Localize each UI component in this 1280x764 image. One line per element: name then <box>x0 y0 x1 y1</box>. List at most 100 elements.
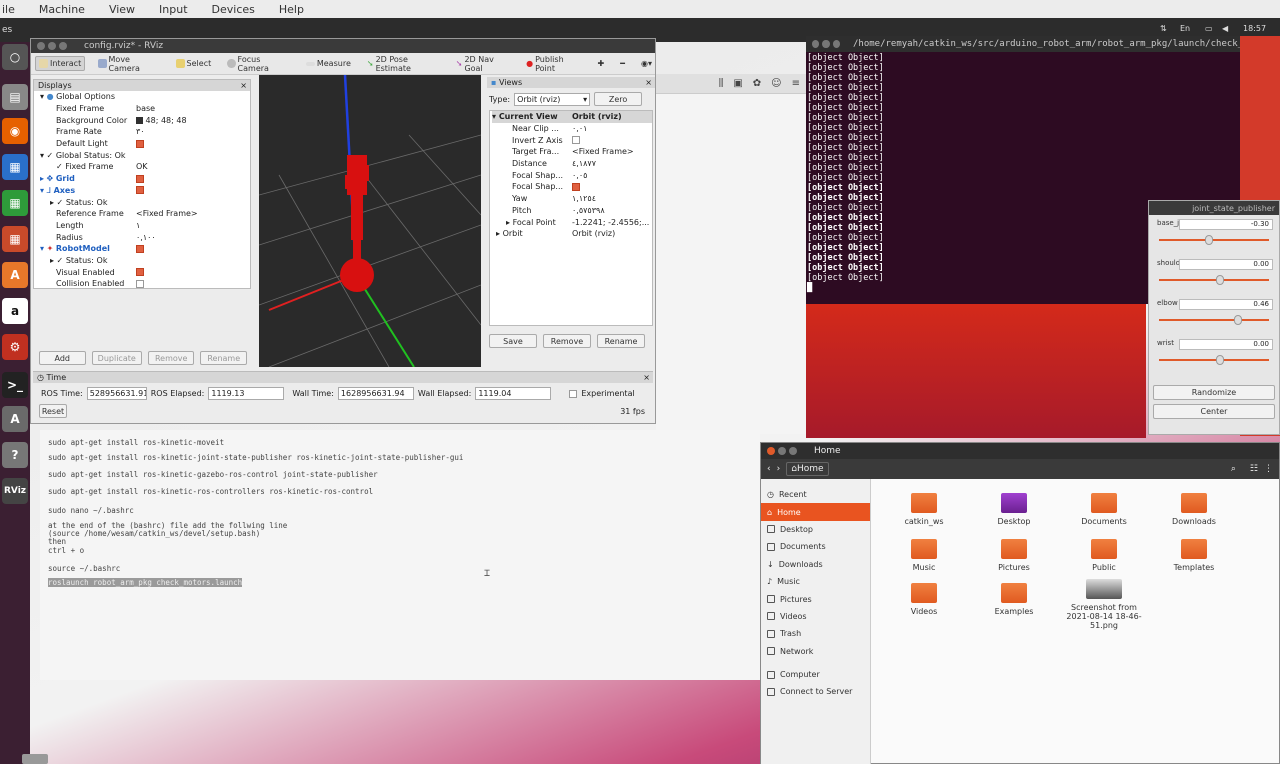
forward-button[interactable]: › <box>777 464 781 474</box>
hamburger-menu-icon[interactable]: ≡ <box>792 78 800 89</box>
sidebar-item-recent[interactable]: ◷ Recent <box>761 486 870 503</box>
sidebar-item-computer[interactable]: Computer <box>761 666 870 683</box>
shoulder-value[interactable]: 0.00 <box>1179 259 1273 270</box>
back-button[interactable]: ‹ <box>767 464 771 474</box>
tree-row-fixed-frame-status[interactable]: ✓ Fixed Frame OK <box>38 161 250 173</box>
tree-row-focal-shape-size[interactable]: Focal Shap... ٠,٠٥ <box>492 169 652 181</box>
calc-icon[interactable]: ▦ <box>2 190 28 216</box>
tree-row-reference-frame[interactable]: Reference Frame <Fixed Frame> <box>38 208 250 220</box>
software-icon[interactable]: A <box>2 262 28 288</box>
tree-row-grid[interactable]: ▸ ✥ Grid <box>38 173 250 185</box>
tree-row-robotmodel-status[interactable]: ▸ ✓ Status: Ok <box>38 255 250 267</box>
file-item[interactable]: Music <box>879 539 969 572</box>
tree-row-background-color[interactable]: Background Color 48; 48; 48 <box>38 114 250 126</box>
maximize-icon[interactable] <box>832 40 840 48</box>
tool-2d-nav-goal[interactable]: ➘ 2D Nav Goal <box>453 53 513 75</box>
shoulder-slider[interactable] <box>1159 275 1269 285</box>
maximize-icon[interactable] <box>789 447 797 455</box>
collision-enabled-checkbox[interactable] <box>136 279 144 288</box>
axes-checkbox[interactable] <box>136 186 144 195</box>
sidebar-item-trash[interactable]: Trash <box>761 625 870 642</box>
network-icon[interactable]: ⇅ <box>1160 24 1167 33</box>
files-titlebar[interactable]: Home <box>761 443 1279 459</box>
menu-devices[interactable]: Devices <box>212 3 255 16</box>
minimize-icon[interactable] <box>48 42 56 50</box>
robotmodel-checkbox[interactable] <box>136 244 144 253</box>
account-icon[interactable]: ☺ <box>771 78 781 89</box>
file-item[interactable]: Pictures <box>969 539 1059 572</box>
view-type-select[interactable]: Orbit (rviz) ▾ <box>514 92 591 106</box>
writer-icon[interactable]: ▦ <box>2 154 28 180</box>
elbow-slider[interactable] <box>1159 315 1269 325</box>
sidebar-item-documents[interactable]: Documents <box>761 538 870 555</box>
add-tool-button[interactable]: ✚ <box>594 57 607 70</box>
tool-select[interactable]: Select <box>173 57 215 70</box>
add-display-button[interactable]: Add <box>39 351 86 365</box>
minimize-icon[interactable] <box>822 40 830 48</box>
menu-file[interactable]: ile <box>2 3 15 16</box>
tree-row-near-clip[interactable]: Near Clip ... ٠,٠١ <box>492 123 652 135</box>
3d-viewport[interactable] <box>259 75 481 367</box>
breadcrumb[interactable]: ⌂Home <box>786 462 829 476</box>
close-icon[interactable] <box>812 40 820 48</box>
tree-row-global-status[interactable]: ▾ ✓ Global Status: Ok <box>38 149 250 161</box>
close-icon[interactable]: × <box>240 81 247 90</box>
file-item[interactable]: Templates <box>1149 539 1239 572</box>
settings-icon[interactable]: ⚙ <box>2 334 28 360</box>
activities-label[interactable]: es <box>2 25 12 35</box>
tool-options-button[interactable]: ◉▾ <box>638 57 655 70</box>
file-item[interactable]: catkin_ws <box>879 493 969 526</box>
duplicate-display-button[interactable]: Duplicate <box>91 351 142 365</box>
close-icon[interactable] <box>767 447 775 455</box>
library-icon[interactable]: ⫼ <box>719 78 724 89</box>
rename-view-button[interactable]: Rename <box>597 334 645 348</box>
battery-icon[interactable]: ▭ <box>1205 24 1213 33</box>
file-item[interactable]: Desktop <box>969 493 1059 526</box>
sidebar-item-downloads[interactable]: ↓ Downloads <box>761 556 870 573</box>
randomize-button[interactable]: Randomize <box>1153 385 1275 400</box>
slider-handle[interactable] <box>1234 315 1243 325</box>
sidebar-item-desktop[interactable]: Desktop <box>761 521 870 538</box>
close-icon[interactable] <box>37 42 45 50</box>
keyboard-icon[interactable]: En <box>1180 24 1190 33</box>
extension-icon[interactable]: ✿ <box>753 78 761 89</box>
slider-handle[interactable] <box>1215 275 1224 285</box>
close-icon[interactable]: × <box>643 373 650 382</box>
tree-row-default-light[interactable]: Default Light <box>38 138 250 150</box>
tree-row-focal-shape-fixed[interactable]: Focal Shap... <box>492 181 652 193</box>
search-icon[interactable]: ⌕ <box>1231 464 1236 474</box>
files-icon[interactable]: ▤ <box>2 84 28 110</box>
close-icon[interactable]: × <box>645 78 652 87</box>
tree-row-focal-point[interactable]: ▸ Focal Point -1.2241; -2.4556;... <box>492 216 652 228</box>
sidebar-item-network[interactable]: Network <box>761 643 870 660</box>
center-button[interactable]: Center <box>1153 404 1275 419</box>
zero-button[interactable]: Zero <box>594 92 643 106</box>
slider-handle[interactable] <box>1204 235 1213 245</box>
file-item[interactable]: Screenshot from 2021-08-14 18-46-51.png <box>1059 579 1149 630</box>
sidebar-item-home[interactable]: ⌂ Home <box>761 503 870 521</box>
tool-interact[interactable]: Interact <box>35 56 86 71</box>
tree-row-radius[interactable]: Radius ٠,١٠٠ <box>38 231 250 243</box>
clock[interactable]: 18:57 <box>1243 24 1266 33</box>
sidebar-item-music[interactable]: ♪ Music <box>761 573 870 590</box>
menu-icon[interactable]: ⋮ <box>1264 464 1273 474</box>
tool-move-camera[interactable]: Move Camera <box>95 53 162 75</box>
show-apps-icon[interactable] <box>22 754 48 764</box>
tree-row-axes-status[interactable]: ▸ ✓ Status: Ok <box>38 196 250 208</box>
tree-row-current-view[interactable]: ▾ Current View Orbit (rviz) <box>492 111 652 123</box>
sidebar-item-connect-to-server[interactable]: Connect to Server <box>761 683 870 700</box>
reset-button[interactable]: Reset <box>39 404 67 418</box>
sidebar-icon[interactable]: ▣ <box>733 78 742 89</box>
impress-icon[interactable]: ▦ <box>2 226 28 252</box>
tree-row-robotmodel[interactable]: ▾ ✦ RobotModel <box>38 243 250 255</box>
sidebar-item-videos[interactable]: Videos <box>761 608 870 625</box>
view-options-icon[interactable]: ☷ <box>1250 464 1258 474</box>
elbow-value[interactable]: 0.46 <box>1179 299 1273 310</box>
rename-display-button[interactable]: Rename <box>200 351 247 365</box>
maximize-icon[interactable] <box>59 42 67 50</box>
volume-icon[interactable]: ◀ <box>1222 24 1228 33</box>
tool-publish-point[interactable]: ● Publish Point <box>523 53 584 75</box>
search-icon[interactable]: ○ <box>2 44 28 70</box>
jsp-titlebar[interactable]: joint_state_publisher <box>1149 201 1279 215</box>
tree-row-global-options[interactable]: ▾ ● Global Options <box>38 91 250 103</box>
